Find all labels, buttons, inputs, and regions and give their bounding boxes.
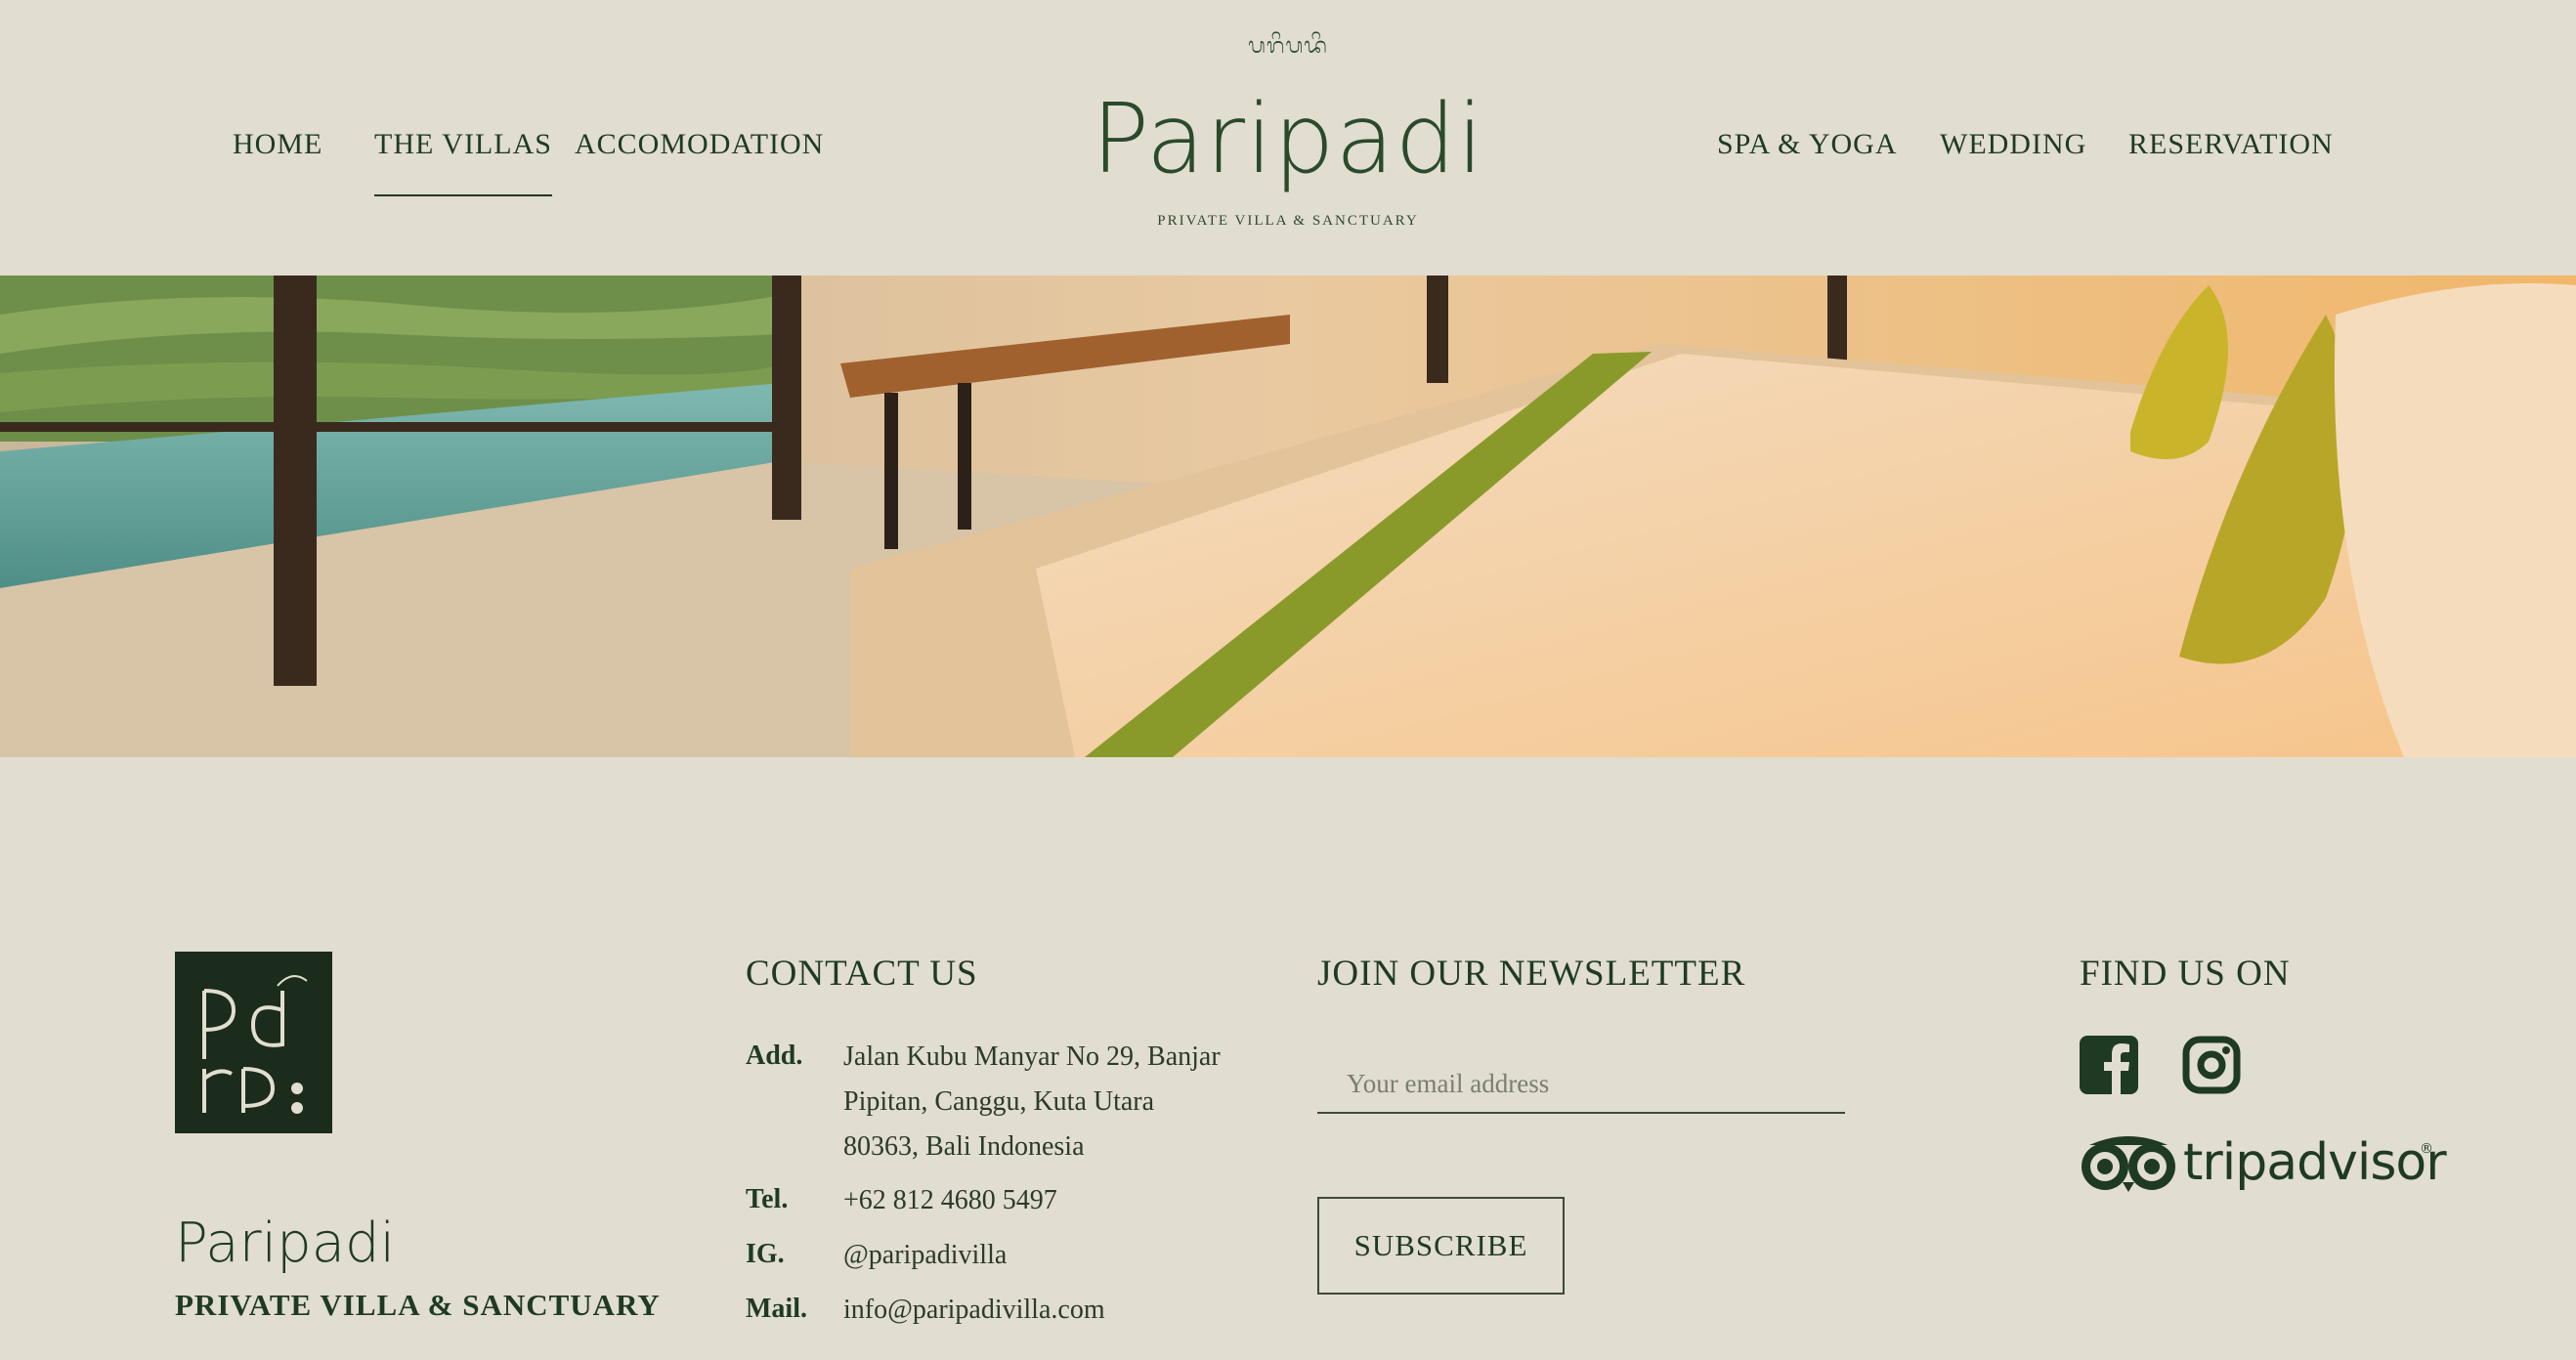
footer-brand-name: Paripadi xyxy=(175,1211,396,1275)
mail-label: Mail. xyxy=(746,1294,807,1324)
address-line-2: Pipitan, Canggu, Kuta Utara xyxy=(843,1086,1155,1117)
contact-title: CONTACT US xyxy=(746,954,978,994)
email-input[interactable] xyxy=(1317,1055,1845,1114)
newsletter-title: JOIN OUR NEWSLETTER xyxy=(1317,954,1746,994)
mail-value[interactable]: info@paripadivilla.com xyxy=(843,1288,1105,1333)
address-label: Add. xyxy=(746,1041,803,1071)
tel-label: Tel. xyxy=(746,1184,789,1214)
tel-value[interactable]: +62 812 4680 5497 xyxy=(843,1178,1057,1223)
site-footer: Paripadi PRIVATE VILLA & SANCTUARY CONTA… xyxy=(0,757,2576,1360)
brand-logo[interactable]: ᬧᬭᬶᬧᬤᬶ Paripadi PRIVATE VILLA & SANCTUAR… xyxy=(1075,29,1501,230)
ig-label: IG. xyxy=(746,1239,785,1269)
monogram-icon xyxy=(202,975,308,1114)
address-line-3: 80363, Bali Indonesia xyxy=(843,1131,1085,1162)
nav-wedding[interactable]: WEDDING xyxy=(1940,128,2086,161)
nav-spa-yoga[interactable]: SPA & YOGA xyxy=(1717,128,1898,161)
address-line-1: Jalan Kubu Manyar No 29, Banjar xyxy=(843,1041,1221,1072)
footer-brand-tagline: PRIVATE VILLA & SANCTUARY xyxy=(175,1288,661,1322)
brand-balinese-script: ᬧᬭᬶᬧᬤᬶ xyxy=(1248,34,1328,59)
nav-accomodation[interactable]: ACCOMODATION xyxy=(575,128,824,161)
subscribe-button[interactable]: SUBSCRIBE xyxy=(1317,1197,1565,1295)
site-header: HOME THE VILLAS ACCOMODATION ᬧᬭᬶᬧᬤᬶ Pari… xyxy=(0,0,2576,276)
brand-name: Paripadi xyxy=(1092,84,1484,195)
nav-the-villas[interactable]: THE VILLAS xyxy=(374,128,552,196)
nav-reservation[interactable]: RESERVATION xyxy=(2128,128,2334,161)
registered-mark: ® xyxy=(2420,1141,2433,1157)
tripadvisor-icon[interactable]: tripadvisor ® xyxy=(2080,1131,2447,1194)
facebook-icon[interactable] xyxy=(2080,1036,2138,1094)
ig-value[interactable]: @paripadivilla xyxy=(843,1233,1007,1278)
instagram-icon[interactable] xyxy=(2182,1036,2241,1094)
villa-bedroom-illustration xyxy=(0,276,2576,757)
nav-home[interactable]: HOME xyxy=(233,128,322,161)
social-title: FIND US ON xyxy=(2080,954,2291,994)
hero-image xyxy=(0,276,2576,757)
tripadvisor-owl-icon xyxy=(2082,1136,2175,1192)
brand-tagline: PRIVATE VILLA & SANCTUARY xyxy=(1157,213,1419,229)
tripadvisor-wordmark: tripadvisor xyxy=(2183,1133,2447,1192)
footer-logo[interactable] xyxy=(175,952,332,1133)
